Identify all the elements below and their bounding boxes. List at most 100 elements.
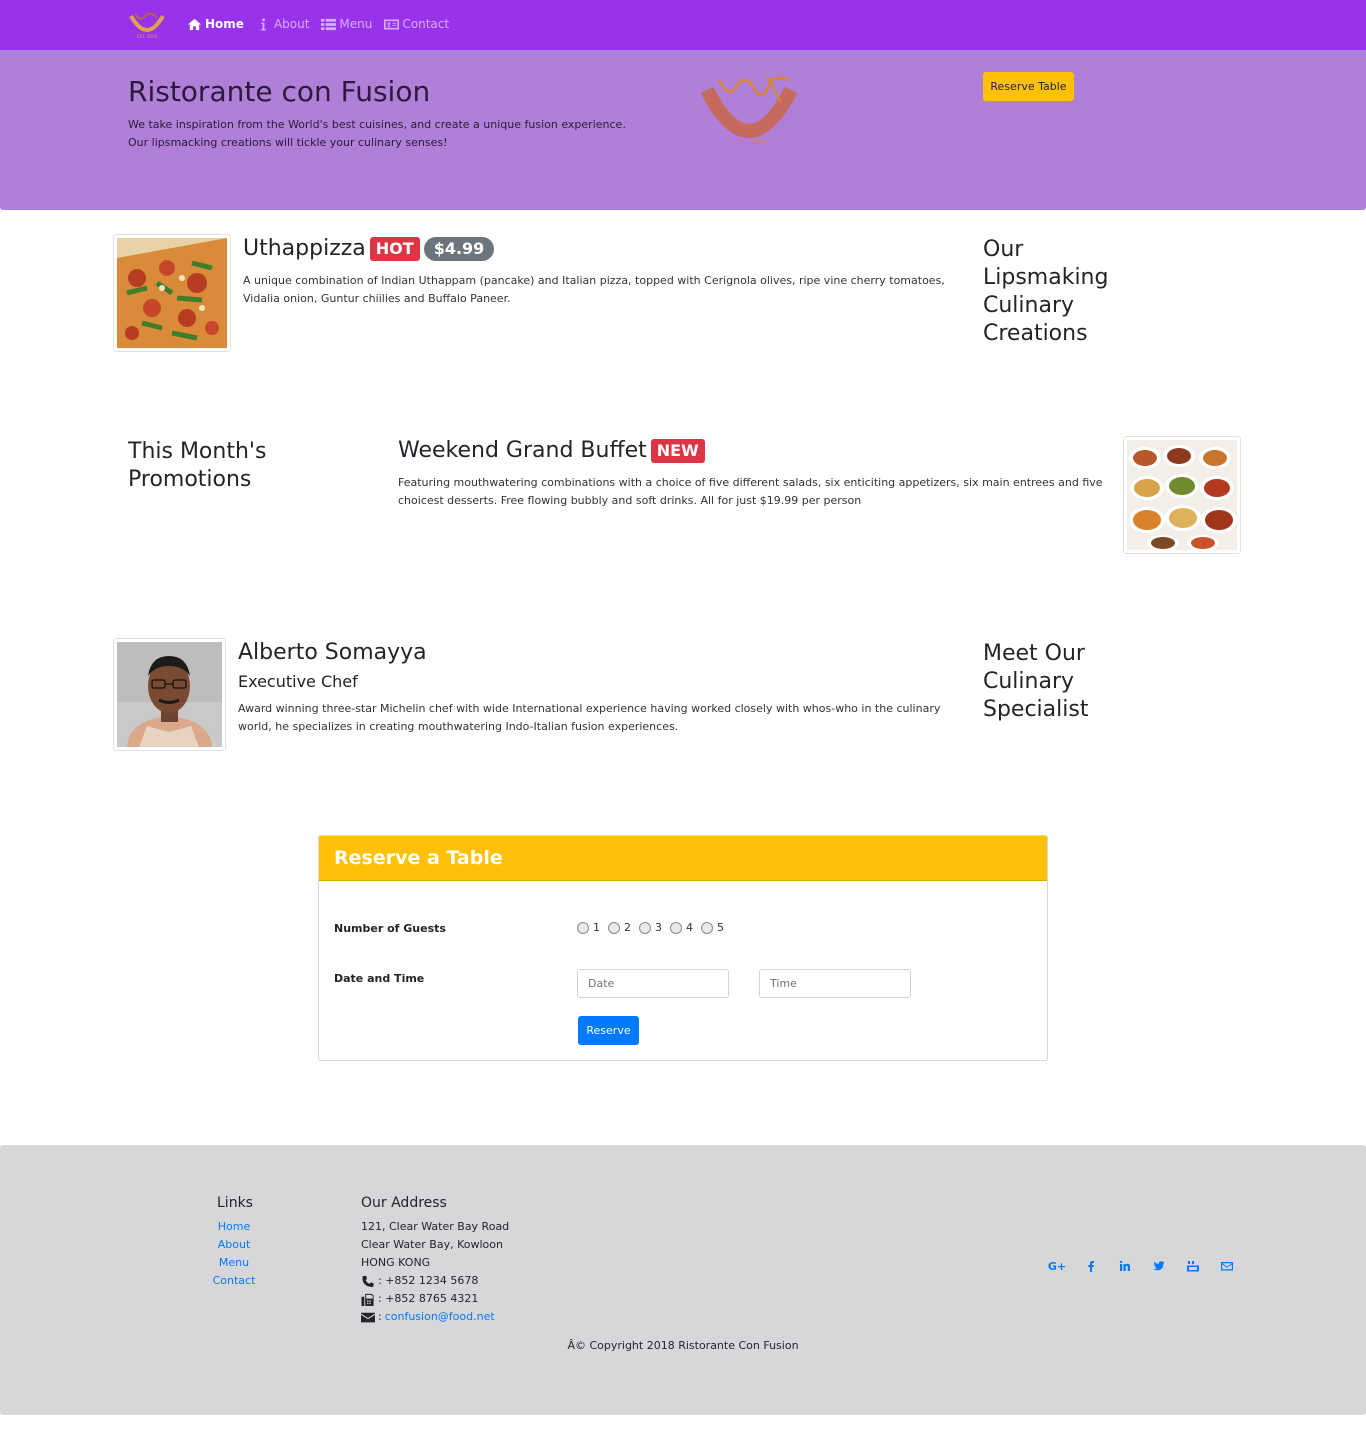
footer-link-home[interactable]: Home bbox=[218, 1220, 250, 1233]
new-badge: NEW bbox=[650, 438, 705, 463]
guests-option-label: 1 bbox=[593, 921, 600, 934]
brand-logo[interactable]: EST. 2013 bbox=[127, 10, 167, 40]
reserve-card-header: Reserve a Table bbox=[319, 836, 1047, 881]
nav-menu[interactable]: Menu bbox=[321, 17, 372, 31]
fax-text: : +852 8765 4321 bbox=[378, 1292, 479, 1305]
phone-text: : +852 1234 5678 bbox=[378, 1274, 479, 1287]
twitter-icon[interactable] bbox=[1142, 1259, 1176, 1273]
reserve-submit-button[interactable]: Reserve bbox=[578, 1016, 639, 1045]
nav-home[interactable]: Home bbox=[187, 17, 244, 31]
restaurant-logo: EST. 2013 bbox=[700, 75, 798, 146]
guests-option-4[interactable]: 4 bbox=[670, 921, 693, 934]
footer-link-menu[interactable]: Menu bbox=[219, 1256, 249, 1269]
email-row: : confusion@food.net bbox=[361, 1308, 509, 1326]
leader-name: Alberto Somayya bbox=[238, 640, 427, 665]
facebook-icon[interactable] bbox=[1074, 1259, 1108, 1273]
pizza-image bbox=[117, 238, 227, 348]
dish-name: Uthappizza bbox=[243, 236, 366, 261]
list-icon bbox=[321, 18, 337, 30]
dish-description: A unique combination of Indian Uthappam … bbox=[243, 274, 945, 305]
copyright-text: Â© Copyright 2018 Ristorante Con Fusion bbox=[567, 1339, 799, 1352]
promotion-name: Weekend Grand Buffet bbox=[398, 438, 647, 463]
guests-option-label: 4 bbox=[686, 921, 693, 934]
footer-link-item: Menu bbox=[200, 1254, 268, 1272]
footer-link-item: About bbox=[200, 1236, 268, 1254]
guests-option-label: 5 bbox=[717, 921, 724, 934]
guests-label: Number of Guests bbox=[334, 922, 446, 935]
promotion-image bbox=[1123, 436, 1241, 554]
guests-option-5[interactable]: 5 bbox=[701, 921, 724, 934]
fax-icon bbox=[361, 1293, 374, 1306]
leader-side-heading: Meet Our Culinary Specialist bbox=[983, 641, 1089, 722]
promotion-description: Featuring mouthwatering combinations wit… bbox=[398, 476, 1103, 507]
svg-text:EST. 2013: EST. 2013 bbox=[137, 34, 157, 39]
home-icon bbox=[188, 18, 201, 30]
nav-menu-label: Menu bbox=[339, 17, 373, 31]
nav-contact[interactable]: Contact bbox=[384, 17, 449, 31]
leader-image bbox=[113, 638, 226, 751]
guests-option-1[interactable]: 1 bbox=[577, 921, 600, 934]
footer-link-about[interactable]: About bbox=[218, 1238, 251, 1251]
dish-image bbox=[113, 234, 231, 352]
dish-side-heading: Our Lipsmaking Culinary Creations bbox=[983, 237, 1109, 346]
reserve-card: Reserve a Table Number of Guests 1 2 3 4… bbox=[318, 835, 1048, 1061]
links-heading: Links bbox=[217, 1195, 253, 1211]
address-card-icon bbox=[384, 19, 400, 29]
jumbotron-title: Ristorante con Fusion bbox=[128, 75, 431, 108]
radio-circle[interactable] bbox=[577, 921, 589, 934]
promotion-side-heading: This Month's Promotions bbox=[128, 439, 267, 492]
youtube-icon[interactable] bbox=[1176, 1259, 1210, 1273]
email-link[interactable]: confusion@food.net bbox=[385, 1308, 495, 1326]
time-input[interactable] bbox=[759, 969, 911, 998]
fax-row: : +852 8765 4321 bbox=[361, 1290, 509, 1308]
nav-about[interactable]: About bbox=[256, 17, 309, 31]
address-line: Clear Water Bay, Kowloon bbox=[361, 1238, 503, 1251]
price-badge: $4.99 bbox=[423, 236, 495, 261]
leader-description: Award winning three-star Michelin chef w… bbox=[238, 702, 941, 733]
envelope-icon[interactable] bbox=[1210, 1259, 1244, 1273]
footer-link-contact[interactable]: Contact bbox=[213, 1274, 256, 1287]
leader-designation: Executive Chef bbox=[238, 672, 358, 691]
datetime-label: Date and Time bbox=[334, 972, 425, 985]
address-heading: Our Address bbox=[361, 1195, 447, 1211]
guests-radio-group: 1 2 3 4 5 bbox=[577, 921, 724, 934]
guests-option-2[interactable]: 2 bbox=[608, 921, 631, 934]
reserve-card-title: Reserve a Table bbox=[334, 847, 503, 869]
buffet-image bbox=[1127, 440, 1237, 550]
radio-circle[interactable] bbox=[608, 921, 620, 934]
phone-row: : +852 1234 5678 bbox=[361, 1272, 509, 1290]
radio-circle[interactable] bbox=[670, 921, 682, 934]
linkedin-icon[interactable] bbox=[1108, 1259, 1142, 1273]
footer-links: Home About Menu Contact bbox=[200, 1218, 268, 1290]
email-prefix: : bbox=[378, 1310, 382, 1323]
jumbotron: Ristorante con Fusion We take inspiratio… bbox=[0, 50, 1366, 210]
leader-title: Alberto Somayya bbox=[238, 640, 427, 665]
guests-option-3[interactable]: 3 bbox=[639, 921, 662, 934]
footer-link-item: Contact bbox=[200, 1272, 268, 1290]
nav-links: Home About Menu Contact bbox=[187, 17, 449, 31]
chef-photo bbox=[117, 642, 222, 747]
footer-link-item: Home bbox=[200, 1218, 268, 1236]
info-icon bbox=[261, 17, 266, 31]
phone-icon bbox=[362, 1275, 374, 1287]
radio-circle[interactable] bbox=[701, 921, 713, 934]
google-plus-icon[interactable]: G+ bbox=[1040, 1259, 1074, 1273]
envelope-icon bbox=[361, 1312, 375, 1322]
guests-option-label: 2 bbox=[624, 921, 631, 934]
address-line: HONG KONG bbox=[361, 1256, 431, 1269]
navbar: EST. 2013 Home About Menu Contact bbox=[0, 0, 1366, 50]
nav-contact-label: Contact bbox=[402, 17, 450, 31]
radio-circle[interactable] bbox=[639, 921, 651, 934]
svg-text:EST. 2013: EST. 2013 bbox=[732, 138, 767, 146]
nav-about-label: About bbox=[273, 17, 310, 31]
dish-title: Uthappizza HOT $4.99 bbox=[243, 236, 495, 261]
hot-badge: HOT bbox=[369, 236, 420, 261]
date-input[interactable] bbox=[577, 969, 729, 998]
promotion-title: Weekend Grand Buffet NEW bbox=[398, 438, 705, 463]
nav-home-label: Home bbox=[205, 17, 244, 31]
footer: Links Home About Menu Contact Our Addres… bbox=[0, 1145, 1366, 1415]
reserve-table-button[interactable]: Reserve Table bbox=[983, 72, 1074, 101]
social-links: G+ bbox=[1040, 1259, 1244, 1273]
address-block: 121, Clear Water Bay Road Clear Water Ba… bbox=[361, 1218, 509, 1326]
address-line: 121, Clear Water Bay Road bbox=[361, 1220, 510, 1233]
